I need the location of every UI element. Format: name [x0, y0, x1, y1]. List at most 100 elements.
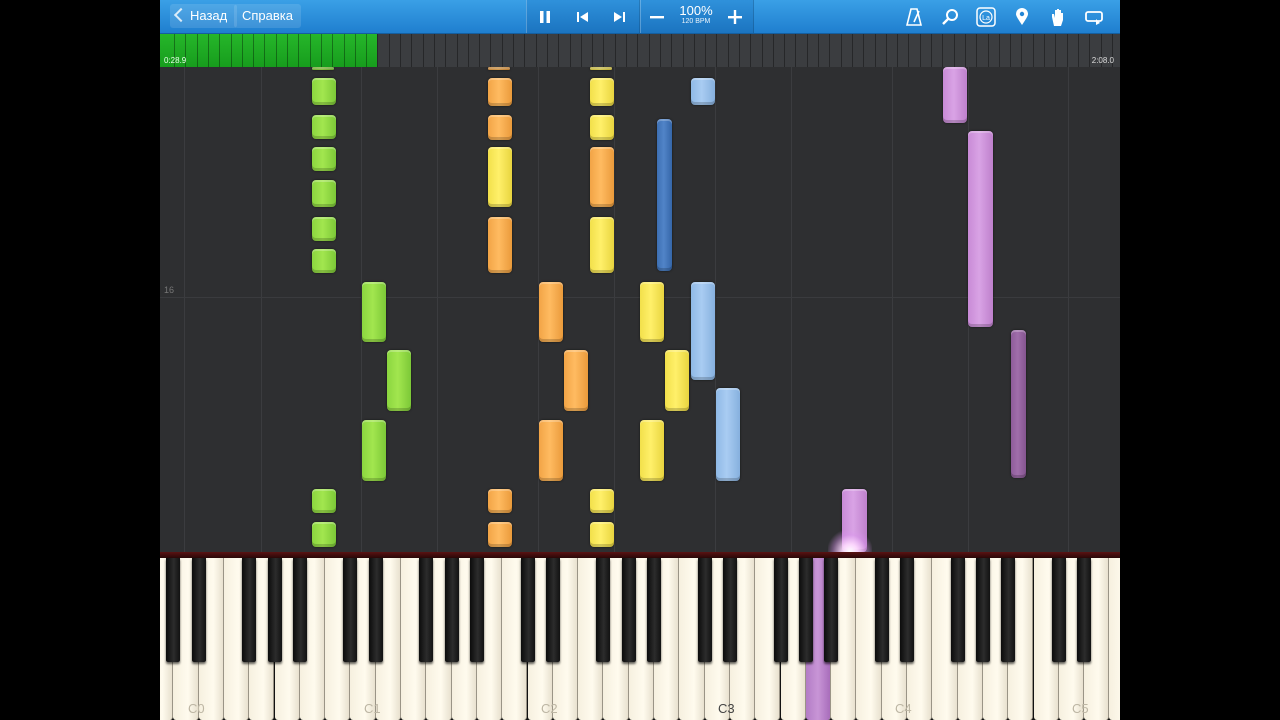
timeline-tick — [219, 34, 220, 67]
note — [943, 67, 967, 123]
help-button[interactable]: Справка — [234, 4, 301, 28]
timeline-tick — [400, 34, 401, 67]
black-key[interactable] — [267, 558, 282, 662]
black-key[interactable] — [292, 558, 307, 662]
current-time: 0:28.9 — [164, 56, 187, 65]
timeline-tick — [818, 34, 819, 67]
note — [312, 115, 336, 139]
timeline-tick — [603, 34, 604, 67]
note — [488, 78, 512, 106]
black-key[interactable] — [419, 558, 434, 662]
timeline-tick — [716, 34, 717, 67]
timeline-tick — [389, 34, 390, 67]
grid-line — [261, 67, 262, 552]
help-label: Справка — [242, 8, 293, 23]
pause-icon[interactable] — [529, 0, 561, 33]
note — [312, 78, 336, 105]
note — [312, 249, 336, 273]
timeline-tick — [694, 34, 695, 67]
black-key[interactable] — [773, 558, 788, 662]
timeline-tick — [988, 34, 989, 67]
black-key[interactable] — [798, 558, 813, 662]
note — [539, 420, 563, 481]
metronome-icon[interactable] — [898, 0, 930, 33]
timeline-tick — [626, 34, 627, 67]
timeline-tick — [660, 34, 661, 67]
timeline-tick — [264, 34, 265, 67]
note — [488, 217, 512, 273]
black-key[interactable] — [368, 558, 383, 662]
note — [312, 180, 336, 207]
black-key[interactable] — [242, 558, 257, 662]
note — [590, 522, 614, 547]
black-key[interactable] — [900, 558, 914, 662]
synthesia-app: Назад Справка 100% 120 BPM La 0:28.9 2:0… — [160, 0, 1120, 720]
black-key[interactable] — [520, 558, 535, 662]
timeline-tick — [377, 34, 378, 67]
black-key[interactable] — [1077, 558, 1092, 662]
top-toolbar: Назад Справка 100% 120 BPM La — [160, 0, 1120, 34]
black-key[interactable] — [1051, 558, 1066, 662]
timeline-tick — [886, 34, 887, 67]
song-timeline[interactable]: 0:28.9 2:08.0 — [160, 34, 1120, 67]
note — [640, 282, 664, 342]
timeline-tick — [649, 34, 650, 67]
timeline-tick — [558, 34, 559, 67]
black-key[interactable] — [444, 558, 459, 662]
timeline-tick — [920, 34, 921, 67]
note — [488, 522, 512, 547]
search-icon[interactable] — [934, 0, 966, 33]
note-label-icon[interactable]: La — [970, 0, 1002, 33]
timeline-tick — [231, 34, 232, 67]
timeline-tick — [524, 34, 525, 67]
note — [590, 217, 614, 273]
timeline-tick — [1078, 34, 1079, 67]
grid-line — [614, 67, 615, 552]
skip-forward-icon[interactable] — [603, 0, 635, 33]
note — [590, 147, 614, 207]
timeline-tick — [976, 34, 977, 67]
hand-icon[interactable] — [1042, 0, 1074, 33]
black-key[interactable] — [697, 558, 712, 662]
marker-icon[interactable] — [1006, 0, 1038, 33]
black-key[interactable] — [950, 558, 965, 662]
black-key[interactable] — [1001, 558, 1016, 662]
black-key[interactable] — [975, 558, 990, 662]
timeline-tick — [366, 34, 367, 67]
timeline-tick — [298, 34, 299, 67]
measure-number: 16 — [164, 285, 175, 295]
timeline-tick — [637, 34, 638, 67]
black-key[interactable] — [621, 558, 636, 662]
total-time: 2:08.0 — [1091, 56, 1114, 65]
black-key[interactable] — [469, 558, 484, 662]
black-key[interactable] — [166, 558, 181, 662]
black-key[interactable] — [191, 558, 206, 662]
note — [968, 131, 993, 327]
timeline-tick — [762, 34, 763, 67]
black-key[interactable] — [596, 558, 611, 662]
white-key-f5[interactable] — [1109, 558, 1120, 720]
black-key[interactable] — [343, 558, 358, 662]
loop-icon[interactable] — [1078, 0, 1110, 33]
black-key[interactable] — [647, 558, 661, 662]
timeline-tick — [1044, 34, 1045, 67]
black-key[interactable] — [722, 558, 737, 662]
note — [590, 78, 614, 106]
timeline-tick — [1067, 34, 1068, 67]
timeline-tick — [671, 34, 672, 67]
black-key[interactable] — [545, 558, 560, 662]
octave-label-c1: C1 — [364, 701, 381, 716]
tempo-percent: 100% — [679, 3, 713, 18]
note — [640, 420, 664, 481]
plus-icon[interactable] — [719, 0, 751, 33]
note — [488, 67, 510, 70]
note — [312, 67, 334, 70]
note — [657, 119, 672, 271]
timeline-tick — [592, 34, 593, 67]
black-key[interactable] — [824, 558, 839, 662]
note — [387, 350, 411, 411]
black-key[interactable] — [874, 558, 889, 662]
back-button[interactable]: Назад — [170, 4, 238, 28]
timeline-tick — [705, 34, 706, 67]
rewind-icon[interactable] — [567, 0, 599, 33]
